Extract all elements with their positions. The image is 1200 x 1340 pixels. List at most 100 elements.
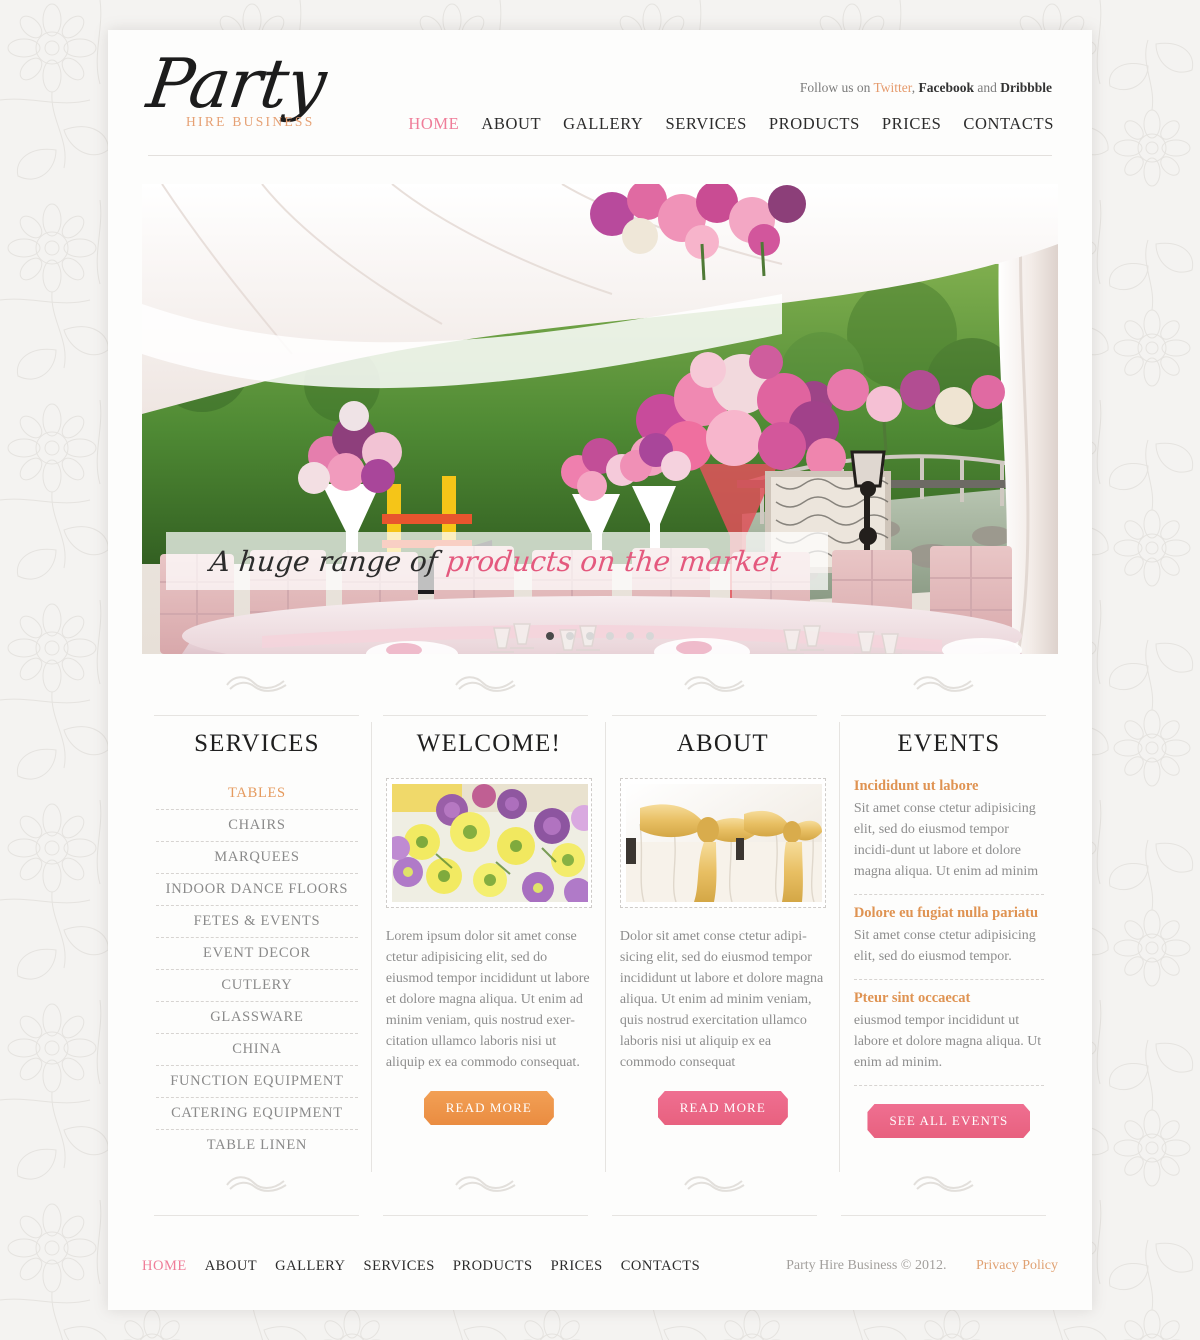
service-item-function-equipment[interactable]: FUNCTION EQUIPMENT	[156, 1066, 358, 1098]
ornament-cell	[829, 670, 1058, 716]
welcome-column: WELCOME! Lorem ipsum dolor sit amet cons…	[372, 722, 606, 1172]
hero-slider[interactable]: A huge range of products on the market	[142, 184, 1058, 654]
main-navigation: HOME ABOUT GALLERY SERVICES PRODUCTS PRI…	[408, 114, 1054, 134]
slider-dot-5[interactable]	[626, 632, 634, 640]
site-header: Party HIRE BUSINESS Follow us on Twitter…	[130, 30, 1070, 156]
hero-caption-dark: A huge range of	[208, 544, 448, 578]
event-text: Sit amet conse ctetur adipisicing elit, …	[853, 928, 1036, 964]
ornament-divider-top	[142, 670, 1058, 716]
ornament-cell	[142, 670, 371, 716]
logo-main-text: Party	[142, 45, 331, 124]
service-item-catering-equipment[interactable]: CATERING EQUIPMENT	[156, 1098, 358, 1130]
about-column: ABOUT Dolor sit amet conse ctetur adipi-…	[606, 722, 840, 1172]
ornament-rule	[841, 1215, 1046, 1216]
footer-nav-item-home[interactable]: HOME	[142, 1258, 187, 1275]
service-item-china[interactable]: CHINA	[156, 1034, 358, 1066]
footer-nav-item-contacts[interactable]: CONTACTS	[621, 1258, 700, 1275]
nav-item-products[interactable]: PRODUCTS	[769, 114, 860, 134]
events-button-row: SEE ALL EVENTS	[854, 1104, 1044, 1138]
events-column: EVENTS Incididunt ut labore Sit amet con…	[840, 730, 1058, 1166]
footer-nav-item-products[interactable]: PRODUCTS	[453, 1258, 533, 1275]
about-read-more-button[interactable]: READ MORE	[658, 1091, 788, 1125]
page-container: Party HIRE BUSINESS Follow us on Twitter…	[108, 30, 1092, 1310]
welcome-body-text: Lorem ipsum dolor sit amet conse ctetur …	[385, 929, 590, 1070]
about-button-row: READ MORE	[620, 1091, 826, 1125]
service-item-fetes-events[interactable]: FETES & EVENTS	[156, 906, 358, 938]
slider-dot-1[interactable]	[546, 632, 554, 640]
event-heading[interactable]: Incididunt ut labore	[854, 778, 1044, 795]
swirl-ornament-icon	[912, 676, 974, 692]
hero-caption-bar: A huge range of products on the market	[166, 532, 828, 590]
social-prefix-text: Follow us on	[799, 80, 874, 95]
service-item-indoor-dance-floors[interactable]: INDOOR DANCE FLOORS	[156, 874, 358, 906]
ornament-rule	[154, 715, 359, 716]
ornament-rule	[383, 715, 588, 716]
event-heading[interactable]: Dolore eu fugiat nulla pariatu	[854, 905, 1044, 922]
footer-navigation: HOME ABOUT GALLERY SERVICES PRODUCTS PRI…	[142, 1258, 700, 1275]
swirl-ornament-icon	[912, 1176, 974, 1192]
facebook-link[interactable]: Facebook	[918, 80, 974, 95]
copyright-block: Party Hire Business © 2012. Privacy Poli…	[786, 1258, 1058, 1274]
nav-item-services[interactable]: SERVICES	[665, 114, 746, 134]
about-thumbnail-image	[625, 784, 822, 902]
event-heading[interactable]: Pteur sint occaecat	[854, 990, 1044, 1007]
content-columns: SERVICES TABLES CHAIRS MARQUEES INDOOR D…	[142, 716, 1058, 1172]
privacy-policy-link[interactable]: Privacy Policy	[976, 1258, 1058, 1273]
logo-tagline: HIRE BUSINESS	[186, 114, 315, 129]
ornament-cell	[600, 1170, 829, 1216]
footer-nav-item-about[interactable]: ABOUT	[205, 1258, 257, 1275]
welcome-image-frame	[385, 778, 592, 908]
welcome-read-more-button[interactable]: READ MORE	[424, 1091, 554, 1125]
footer-nav-item-services[interactable]: SERVICES	[364, 1258, 435, 1275]
ornament-cell	[829, 1170, 1058, 1216]
ornament-rule	[841, 715, 1046, 716]
header-divider	[148, 155, 1052, 156]
ornament-rule	[154, 1215, 359, 1216]
site-footer: HOME ABOUT GALLERY SERVICES PRODUCTS PRI…	[130, 1244, 1070, 1288]
nav-item-gallery[interactable]: GALLERY	[563, 114, 643, 134]
ornament-rule	[612, 1215, 817, 1216]
service-item-event-decor[interactable]: EVENT DECOR	[156, 938, 358, 970]
welcome-thumbnail-image	[391, 784, 588, 902]
swirl-ornament-icon	[683, 1176, 745, 1192]
services-list: TABLES CHAIRS MARQUEES INDOOR DANCE FLOO…	[156, 778, 358, 1161]
swirl-ornament-icon	[454, 676, 516, 692]
service-item-chairs[interactable]: CHAIRS	[156, 810, 358, 842]
welcome-button-row: READ MORE	[386, 1091, 592, 1125]
swirl-ornament-icon	[225, 1176, 287, 1192]
copyright-text: Party Hire Business © 2012.	[786, 1258, 947, 1273]
nav-item-about[interactable]: ABOUT	[481, 114, 541, 134]
nav-item-contacts[interactable]: CONTACTS	[963, 114, 1054, 134]
nav-item-home[interactable]: HOME	[408, 114, 459, 134]
hero-caption-highlight: products on the market	[444, 544, 783, 578]
dribbble-link[interactable]: Dribbble	[1000, 80, 1052, 95]
event-text: eiusmod tempor incididunt ut labore et d…	[853, 1013, 1042, 1070]
service-item-table-linen[interactable]: TABLE LINEN	[156, 1130, 358, 1161]
event-item: Dolore eu fugiat nulla pariatu Sit amet …	[853, 905, 1044, 980]
event-item: Pteur sint occaecat eiusmod tempor incid…	[853, 990, 1044, 1086]
slider-dot-6[interactable]	[646, 632, 654, 640]
footer-nav-item-prices[interactable]: PRICES	[551, 1258, 603, 1275]
welcome-title: WELCOME!	[416, 730, 561, 757]
twitter-link[interactable]: Twitter	[873, 80, 911, 95]
service-item-glassware[interactable]: GLASSWARE	[156, 1002, 358, 1034]
event-item: Incididunt ut labore Sit amet conse ctet…	[853, 778, 1044, 895]
service-item-marquees[interactable]: MARQUEES	[156, 842, 358, 874]
service-item-cutlery[interactable]: CUTLERY	[156, 970, 358, 1002]
swirl-ornament-icon	[454, 1176, 516, 1192]
footer-nav-item-gallery[interactable]: GALLERY	[275, 1258, 345, 1275]
nav-item-prices[interactable]: PRICES	[882, 114, 942, 134]
slider-dot-4[interactable]	[606, 632, 614, 640]
slider-dot-2[interactable]	[566, 632, 574, 640]
ornament-cell	[600, 670, 829, 716]
social-and: and	[973, 80, 1001, 95]
see-all-events-button[interactable]: SEE ALL EVENTS	[867, 1104, 1030, 1138]
about-body-text: Dolor sit amet conse ctetur adipi-sicing…	[619, 929, 824, 1070]
ornament-rule	[612, 715, 817, 716]
about-image-frame	[619, 778, 826, 908]
ornament-rule	[383, 1215, 588, 1216]
services-column: SERVICES TABLES CHAIRS MARQUEES INDOOR D…	[142, 722, 372, 1172]
service-item-tables[interactable]: TABLES	[156, 778, 358, 810]
events-title: EVENTS	[897, 730, 1001, 757]
slider-dot-3[interactable]	[586, 632, 594, 640]
